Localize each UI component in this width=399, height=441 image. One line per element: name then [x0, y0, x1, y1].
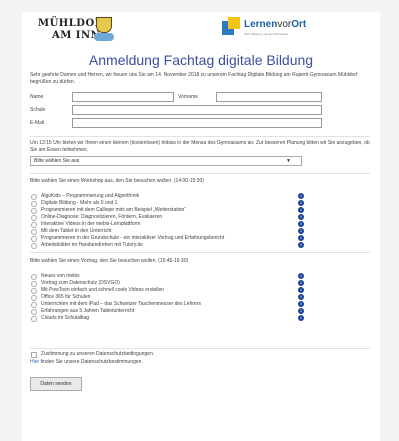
- talk-option-label: Neues von mebis: [41, 273, 80, 279]
- page: MÜHLDORF AM INN LernenvorOrt Mehr Bildun…: [22, 12, 380, 441]
- info-icon[interactable]: i: [298, 193, 304, 199]
- schule-input[interactable]: [72, 105, 322, 115]
- lunch-select-value: Bitte wählen Sie aus: [34, 158, 80, 164]
- talk-option-label: Erfahrungen aus 5 Jahren Tabletunterrich…: [41, 308, 135, 314]
- info-icon[interactable]: i: [298, 294, 304, 300]
- workshop-option[interactable]: Digitale Bildung - Mehr als 0 und 1: [30, 200, 300, 207]
- dropdown-arrow-icon: ▼: [286, 158, 291, 164]
- privacy-link-line: Hier finden Sie unsere Datenschutzbestim…: [30, 359, 370, 366]
- info-icon[interactable]: i: [298, 280, 304, 286]
- info-icon[interactable]: i: [298, 242, 304, 248]
- workshop-option-label: Arbeitsblätter im Handumdrehen mit Tutor…: [41, 242, 143, 248]
- name-input[interactable]: [72, 92, 174, 102]
- talk-option[interactable]: Mit PowToon einfach und schnell coole Vi…: [30, 287, 300, 294]
- talk-option-label: Mit PowToon einfach und schnell coole Vi…: [41, 287, 165, 293]
- email-row: E-Mail: [30, 117, 370, 129]
- logo-bar: MÜHLDORF AM INN LernenvorOrt Mehr Bildun…: [22, 12, 380, 46]
- workshop-heading: Bitte wählen Sie einen Workshop aus, den…: [30, 178, 204, 184]
- info-icon[interactable]: i: [298, 214, 304, 220]
- workshop-option[interactable]: Online-Diagnose: Diagnostizieren, Förder…: [30, 214, 300, 221]
- vorname-label: Vorname: [178, 94, 199, 100]
- lernen-vor-ort-logo: LernenvorOrt Mehr Bildung, weniger Bürok…: [222, 17, 332, 43]
- submit-button[interactable]: Daten senden: [30, 377, 82, 391]
- workshop-option[interactable]: Interaktive Videos in der mebis-Lernplat…: [30, 221, 300, 228]
- workshop-option[interactable]: Mit dem Tablet in den Unterricht: [30, 228, 300, 235]
- talk-option-label: Clouds im Schulalltag: [41, 315, 90, 321]
- workshop-option-label: AlgoKids – Programmierung und Algorithmi…: [41, 193, 140, 199]
- page-title: Anmeldung Fachtag digitale Bildung: [88, 52, 314, 68]
- lunch-select[interactable]: Bitte wählen Sie aus ▼: [30, 156, 302, 166]
- talk-option[interactable]: Clouds im Schulalltag: [30, 315, 300, 322]
- radio-button[interactable]: [31, 243, 37, 249]
- workshop-option[interactable]: AlgoKids – Programmierung und Algorithmi…: [30, 193, 300, 200]
- talk-option[interactable]: Office 365 für Schulen: [30, 294, 300, 301]
- intro-text: Sehr geehrte Damen und Herren, wir freue…: [30, 72, 358, 85]
- info-icon[interactable]: i: [298, 228, 304, 234]
- workshop-option[interactable]: Programmieren mit dem Calliope mini am B…: [30, 207, 300, 214]
- workshop-option-label: Programmieren in der Grundschule - ein i…: [41, 235, 225, 241]
- wave-icon: [94, 33, 114, 41]
- info-icon[interactable]: i: [298, 308, 304, 314]
- workshop-option-label: Interaktive Videos in der mebis-Lernplat…: [41, 221, 141, 227]
- info-icon[interactable]: i: [298, 315, 304, 321]
- muehldorf-logo: MÜHLDORF AM INN: [34, 17, 164, 43]
- info-icon[interactable]: i: [298, 200, 304, 206]
- talk-option[interactable]: Unterrichten mit dem iPad – das Schweize…: [30, 301, 300, 308]
- info-icon[interactable]: i: [298, 235, 304, 241]
- radio-button[interactable]: [31, 316, 37, 322]
- privacy-consent-checkbox[interactable]: [31, 352, 37, 358]
- info-icon[interactable]: i: [298, 273, 304, 279]
- divider: [30, 348, 370, 349]
- info-icon[interactable]: i: [298, 207, 304, 213]
- talk-option[interactable]: Erfahrungen aus 5 Jahren Tabletunterrich…: [30, 308, 300, 315]
- workshop-option-label: Digitale Bildung - Mehr als 0 und 1: [41, 200, 118, 206]
- talk-option[interactable]: Vortrag zum Datenschutz (DSVGO): [30, 280, 300, 287]
- workshop-option-label: Mit dem Tablet in den Unterricht: [41, 228, 112, 234]
- talk-heading: Bitte wählen Sie einen Vortrag, den Sie …: [30, 258, 189, 264]
- divider: [30, 252, 370, 253]
- workshop-option-label: Programmieren mit dem Calliope mini am B…: [41, 207, 186, 213]
- crest-icon: [96, 17, 112, 33]
- talk-option[interactable]: Neues von mebis: [30, 273, 300, 280]
- privacy-consent-label: Zustimmung zu unseren Datenschutzbedingu…: [41, 351, 155, 357]
- talk-option-label: Vortrag zum Datenschutz (DSVGO): [41, 280, 120, 286]
- talk-option-label: Unterrichten mit dem iPad – das Schweize…: [41, 301, 201, 307]
- privacy-link[interactable]: Hier: [30, 359, 39, 365]
- email-label: E-Mail: [30, 120, 45, 126]
- divider: [30, 136, 370, 137]
- talk-option-label: Office 365 für Schulen: [41, 294, 91, 300]
- workshop-option[interactable]: Programmieren in der Grundschule - ein i…: [30, 235, 300, 242]
- name-row: Name Vorname: [30, 91, 370, 103]
- privacy-link-rest: finden Sie unsere Datenschutzbestimmunge…: [39, 359, 143, 365]
- workshop-option-label: Online-Diagnose: Diagnostizieren, Förder…: [41, 214, 163, 220]
- vorname-input[interactable]: [216, 92, 322, 102]
- name-label: Name: [30, 94, 44, 100]
- divider: [30, 173, 370, 174]
- info-icon[interactable]: i: [298, 221, 304, 227]
- email-input[interactable]: [72, 118, 322, 128]
- schule-label: Schule: [30, 107, 46, 113]
- workshop-option[interactable]: Arbeitsblätter im Handumdrehen mit Tutor…: [30, 242, 300, 249]
- logo-left-line2: AM INN: [52, 30, 101, 41]
- info-icon[interactable]: i: [298, 287, 304, 293]
- lvo-brand: LernenvorOrt: [244, 19, 307, 30]
- info-icon[interactable]: i: [298, 301, 304, 307]
- lvo-subline: Mehr Bildung, weniger Bürokratie: [244, 32, 289, 36]
- lvo-mark-icon: [222, 17, 240, 37]
- lunch-text: Um 13:15 Uhr bieten wir Ihnen einen klei…: [30, 140, 370, 153]
- schule-row: Schule: [30, 104, 370, 116]
